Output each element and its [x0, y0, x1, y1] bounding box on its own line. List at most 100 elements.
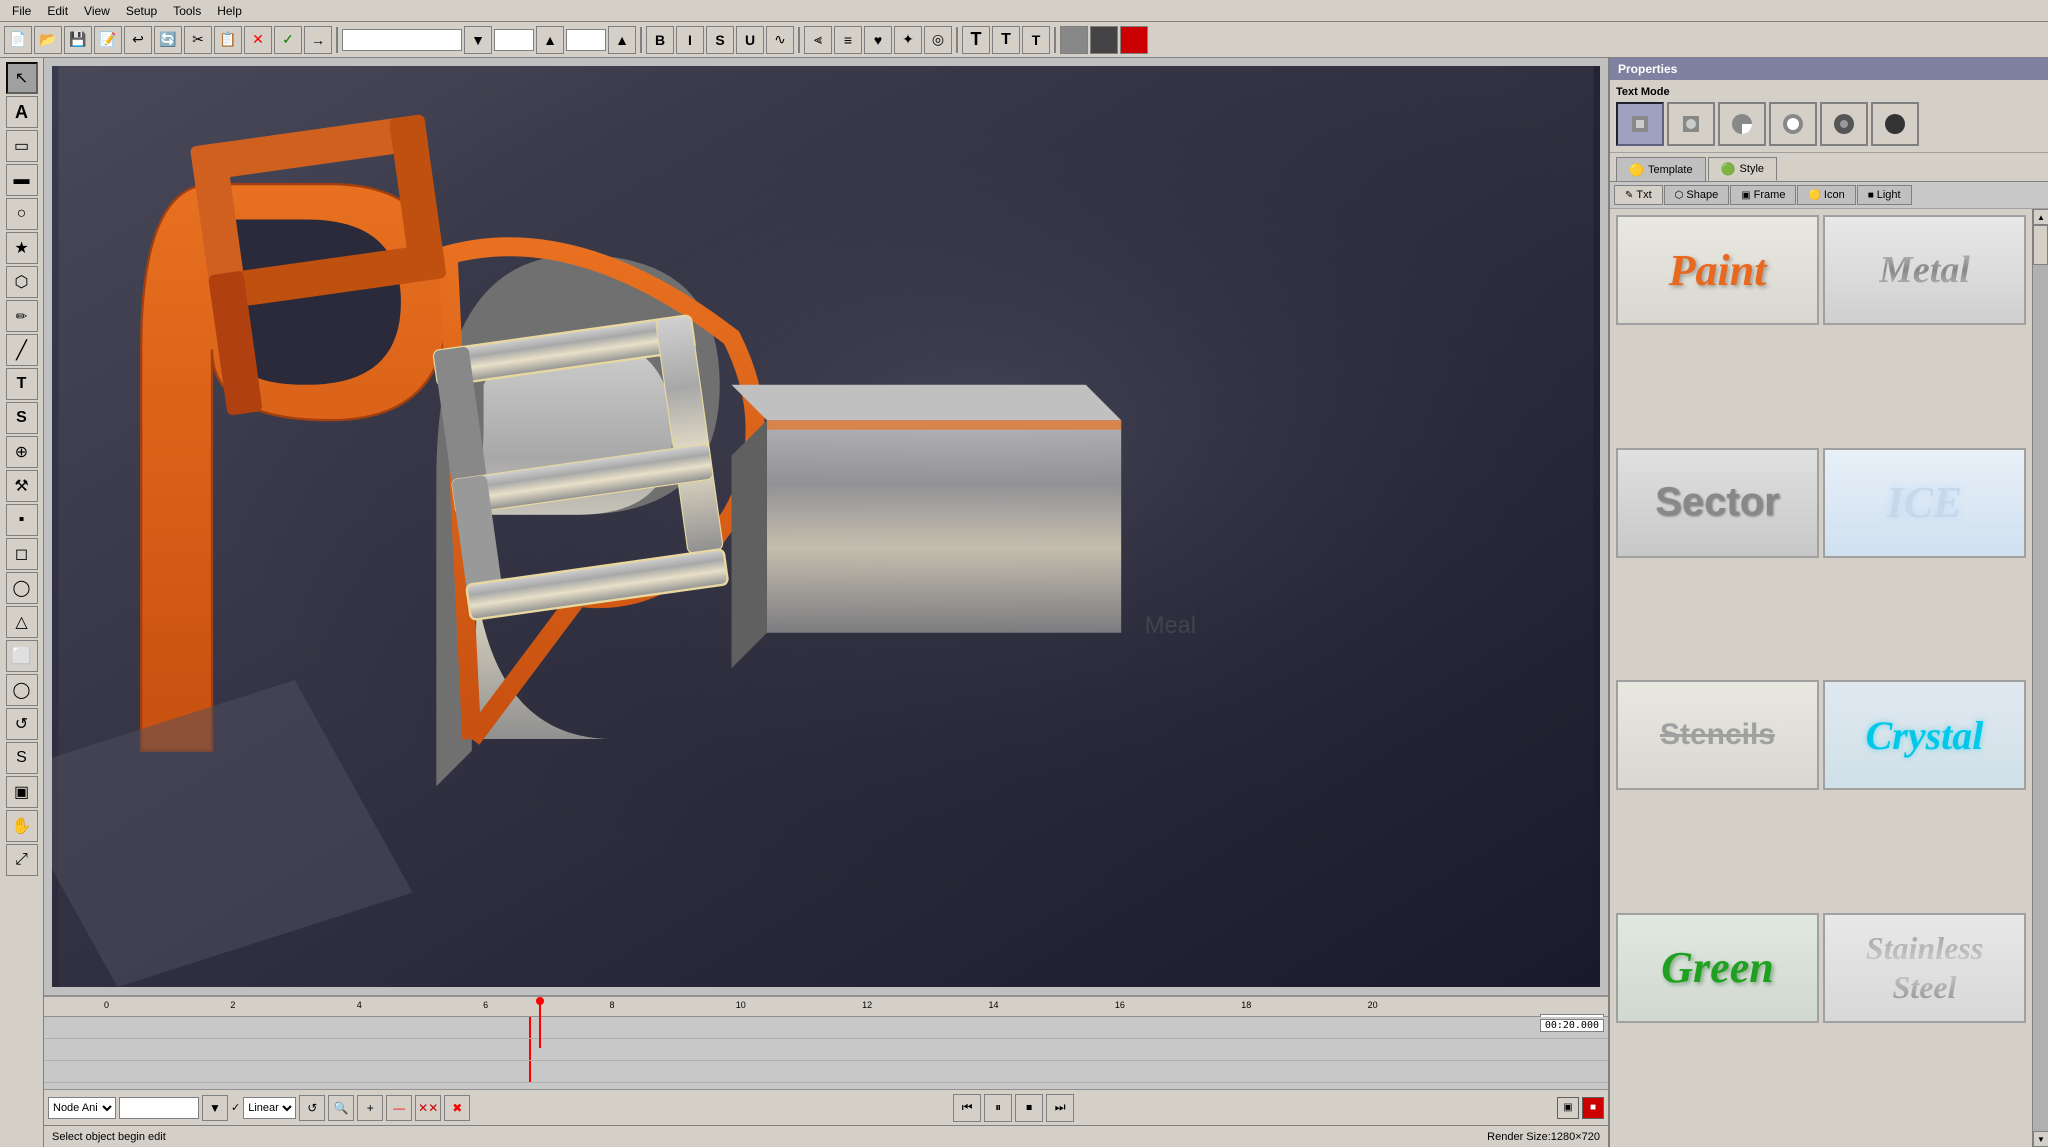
mode-btn-1[interactable] [1616, 102, 1664, 146]
color-btn1[interactable] [1060, 26, 1088, 54]
rect-select-tool[interactable]: ▭ [6, 130, 38, 162]
scroll-track[interactable] [2033, 225, 2048, 1131]
menu-setup[interactable]: Setup [118, 2, 165, 20]
step-back-button[interactable]: ⏸ [984, 1094, 1012, 1122]
text-mode-t2[interactable]: T [992, 26, 1020, 54]
menu-edit[interactable]: Edit [39, 2, 76, 20]
align-center[interactable]: ≡ [834, 26, 862, 54]
style-card-crystal[interactable]: Crystal [1823, 680, 2026, 790]
circle-tool[interactable]: ○ [6, 198, 38, 230]
stop-button[interactable]: ✕ [244, 26, 272, 54]
align-left[interactable]: ⫷ [804, 26, 832, 54]
sub-tab-light[interactable]: ■ Light [1857, 185, 1912, 205]
canvas-wrapper[interactable]: Meal [44, 58, 1608, 995]
pen-tool[interactable]: ✏ [6, 300, 38, 332]
bold-button[interactable]: B [646, 26, 674, 54]
timeline-track-2[interactable] [44, 1039, 1608, 1061]
polygon-tool[interactable]: ⬡ [6, 266, 38, 298]
scroll-thumb[interactable] [2033, 225, 2048, 265]
rect2-tool[interactable]: ▪ [6, 504, 38, 536]
menu-help[interactable]: Help [209, 2, 250, 20]
save-as-button[interactable]: 📝 [94, 26, 122, 54]
mode-btn-6[interactable] [1871, 102, 1919, 146]
cut-button[interactable]: ✂ [184, 26, 212, 54]
tab-style[interactable]: 🟢 Style [1708, 157, 1777, 181]
redo-button[interactable]: 🔄 [154, 26, 182, 54]
rect3-tool[interactable]: ◻ [6, 538, 38, 570]
select-tool[interactable]: ↖ [6, 62, 38, 94]
text-mode-t3[interactable]: T [1022, 26, 1050, 54]
copy-button[interactable]: 📋 [214, 26, 242, 54]
style-card-paint[interactable]: Paint [1616, 215, 1819, 325]
triangle-tool[interactable]: △ [6, 606, 38, 638]
font-size-input[interactable]: 20 [494, 29, 534, 51]
align-heart[interactable]: ♥ [864, 26, 892, 54]
interpolation-select[interactable]: Linear [243, 1097, 296, 1119]
tl-search[interactable]: 🔍 [328, 1095, 354, 1121]
scroll-down-arrow[interactable]: ▼ [2033, 1131, 2048, 1147]
color-btn3[interactable] [1120, 26, 1148, 54]
go-start-button[interactable]: ⏮ [953, 1094, 981, 1122]
oval2-tool[interactable]: ◯ [6, 674, 38, 706]
menu-tools[interactable]: Tools [165, 2, 209, 20]
align-star[interactable]: ✦ [894, 26, 922, 54]
sub-tab-frame[interactable]: ▣ Frame [1730, 185, 1796, 205]
tl-refresh[interactable]: ↺ [299, 1095, 325, 1121]
menu-view[interactable]: View [76, 2, 118, 20]
style-card-sector[interactable]: Sector [1616, 448, 1819, 558]
underline-button[interactable]: U [736, 26, 764, 54]
star-tool[interactable]: ★ [6, 232, 38, 264]
tl-delete[interactable]: ✕✕ [415, 1095, 441, 1121]
zoom-tool[interactable]: ⤢ [6, 844, 38, 876]
wave-button[interactable]: ∿ [766, 26, 794, 54]
s-shape-tool[interactable]: S [6, 742, 38, 774]
spiral-tool[interactable]: ↺ [6, 708, 38, 740]
font-selector[interactable] [342, 29, 462, 51]
mode-btn-3[interactable] [1718, 102, 1766, 146]
strikethrough-button[interactable]: S [706, 26, 734, 54]
style-card-ice[interactable]: ICE [1823, 448, 2026, 558]
text-tool2[interactable]: T [6, 368, 38, 400]
track-type-select[interactable]: Node Ani [48, 1097, 116, 1119]
save-button[interactable]: 💾 [64, 26, 92, 54]
mode-btn-2[interactable] [1667, 102, 1715, 146]
text-mode-t1[interactable]: T [962, 26, 990, 54]
scene-tool[interactable]: ▣ [6, 776, 38, 808]
tl-mini-btn1[interactable]: ▣ [1557, 1097, 1579, 1119]
hand-tool[interactable]: ✋ [6, 810, 38, 842]
animation-name-input[interactable] [119, 1097, 199, 1119]
scroll-up-arrow[interactable]: ▲ [2033, 209, 2048, 225]
font-dropdown[interactable]: ▼ [464, 26, 492, 54]
new-button[interactable]: 📄 [4, 26, 32, 54]
sub-tab-icon[interactable]: 🟡 Icon [1797, 185, 1855, 205]
tl-clear[interactable]: ✖ [444, 1095, 470, 1121]
node-edit-tool[interactable]: ⊕ [6, 436, 38, 468]
mode-btn-4[interactable] [1769, 102, 1817, 146]
text-s-tool[interactable]: S [6, 402, 38, 434]
arrow-button[interactable]: → [304, 26, 332, 54]
play-button[interactable]: ⏭ [1046, 1094, 1074, 1122]
style-card-metal[interactable]: Metal [1823, 215, 2026, 325]
text-tool-A[interactable]: A [6, 96, 38, 128]
tab-template[interactable]: 🟡 Template [1616, 157, 1706, 181]
mode-btn-5[interactable] [1820, 102, 1868, 146]
style-card-green[interactable]: Green [1616, 913, 1819, 1023]
open-button[interactable]: 📂 [34, 26, 62, 54]
align-target[interactable]: ◎ [924, 26, 952, 54]
menu-file[interactable]: File [4, 2, 39, 20]
timeline-track-1[interactable]: 00:20.000 [44, 1017, 1608, 1039]
sub-tab-shape[interactable]: ⬡ Shape [1664, 185, 1730, 205]
oval-tool[interactable]: ◯ [6, 572, 38, 604]
hammer-tool[interactable]: ⚒ [6, 470, 38, 502]
font-size2-btn[interactable]: ▲ [608, 26, 636, 54]
rect-tool[interactable]: ▬ [6, 164, 38, 196]
timeline-track-3[interactable] [44, 1061, 1608, 1083]
line-tool[interactable]: ╱ [6, 334, 38, 366]
tl-remove[interactable]: — [386, 1095, 412, 1121]
italic-button[interactable]: I [676, 26, 704, 54]
check-button[interactable]: ✓ [274, 26, 302, 54]
tl-mini-btn2[interactable]: ■ [1582, 1097, 1604, 1119]
font-size-btn[interactable]: ▲ [536, 26, 564, 54]
color-btn2[interactable] [1090, 26, 1118, 54]
box3d-tool[interactable]: ⬜ [6, 640, 38, 672]
